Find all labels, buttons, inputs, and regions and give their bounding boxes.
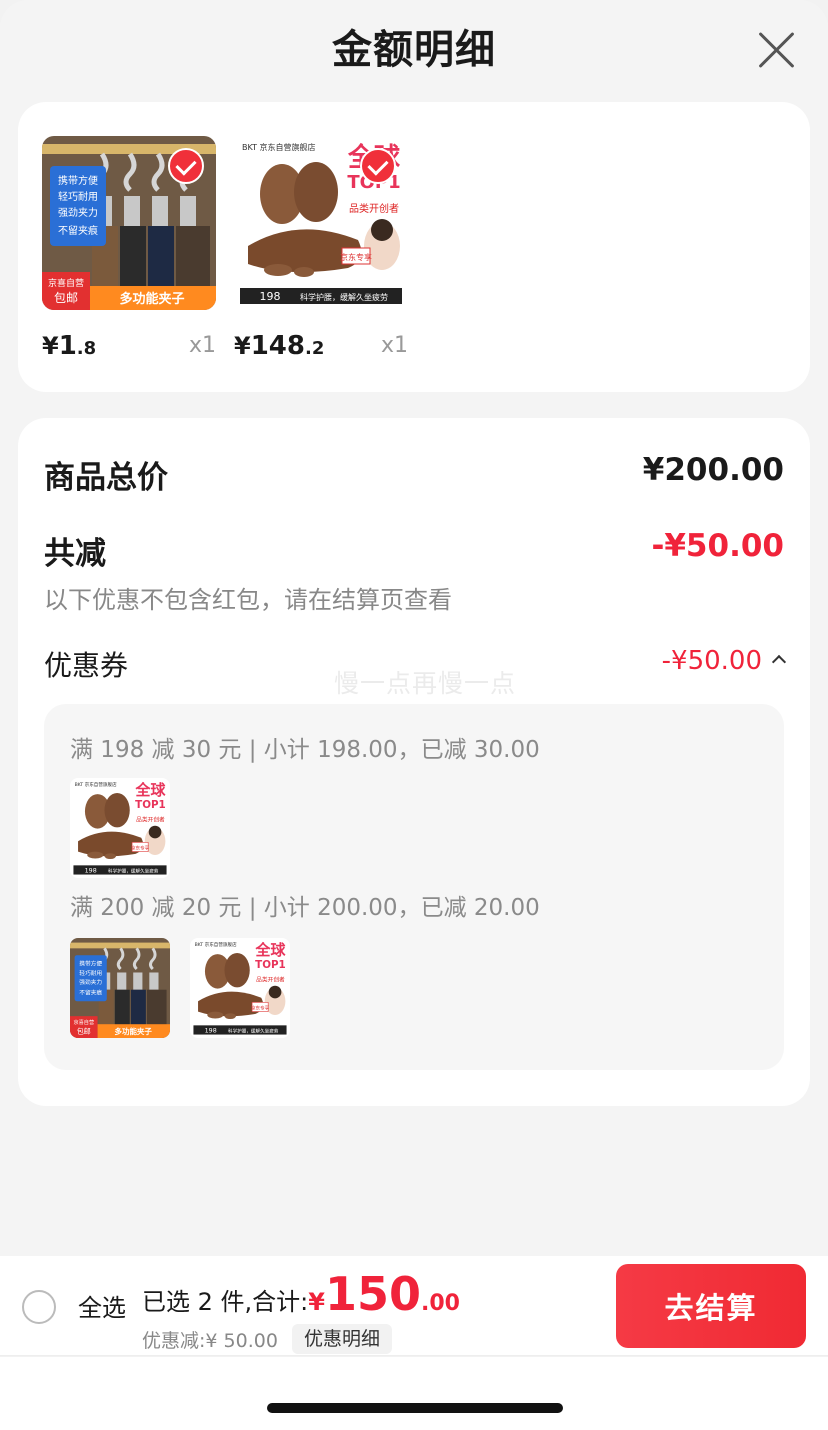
discount-note: 以下优惠不包含红包，请在结算页查看	[44, 586, 452, 614]
goods-total-value: ¥200.00	[642, 452, 784, 488]
total-summary: 已选 2 件,合计:¥150.00	[142, 1268, 460, 1320]
product-quantity: x1	[380, 333, 408, 358]
coupon-product-thumb	[70, 938, 170, 1038]
price-summary-card: 商品总价 ¥200.00 共减 -¥50.00 以下优惠不包含红包，请在结算页查…	[18, 418, 810, 1106]
home-indicator[interactable]	[267, 1403, 563, 1413]
total-discount-label: 共减	[44, 536, 106, 572]
amount-detail-sheet: 金额明细 ¥1.8 x1 ¥148.2 x1 商品总价 ¥200.00 共减 -…	[0, 0, 828, 1256]
product-price: ¥148.2	[234, 331, 325, 361]
watermark: 慢一点再慢一点	[334, 669, 517, 698]
coupon-value: -¥50.00	[661, 646, 762, 676]
goods-total-label: 商品总价	[44, 460, 168, 496]
selected-count-text: 已选 2 件,合计:	[142, 1288, 309, 1316]
coupon-rule: 满 198 减 30 元 | 小计 198.00，已减 30.00	[70, 737, 540, 763]
select-all-label[interactable]: 全选	[78, 1288, 126, 1323]
coupon-product-thumb	[190, 938, 290, 1038]
coupon-product-thumb	[70, 778, 170, 878]
discount-detail-button[interactable]: 优惠明细	[292, 1324, 393, 1354]
check-circle-icon[interactable]	[168, 148, 204, 184]
selected-products-card: ¥1.8 x1 ¥148.2 x1	[18, 102, 810, 392]
product-price: ¥1.8	[42, 331, 97, 361]
total-discount-value: -¥50.00	[651, 528, 785, 564]
checkout-bar: 全选 已选 2 件,合计:¥150.00 优惠减:¥ 50.00 优惠明细 去结…	[0, 1256, 828, 1356]
chevron-up-icon	[771, 654, 787, 670]
coupon-detail-box: 满 198 减 30 元 | 小计 198.00，已减 30.00 满 200 …	[44, 704, 784, 1070]
product-item-clip[interactable]: ¥1.8 x1	[42, 136, 216, 366]
home-indicator-area	[0, 1357, 828, 1430]
product-image	[234, 136, 408, 310]
select-all-radio-icon[interactable]	[22, 1290, 56, 1324]
product-item-chair[interactable]: ¥148.2 x1	[234, 136, 408, 366]
discount-summary: 优惠减:¥ 50.00	[142, 1330, 278, 1352]
coupon-toggle[interactable]: -¥50.00	[661, 646, 787, 676]
close-icon[interactable]	[756, 30, 796, 70]
product-quantity: x1	[188, 333, 216, 358]
sheet-title: 金额明细	[332, 27, 496, 73]
total-currency: ¥	[308, 1288, 325, 1316]
product-image	[42, 136, 216, 310]
check-circle-icon[interactable]	[360, 148, 396, 184]
checkout-button[interactable]: 去结算	[616, 1264, 806, 1348]
coupon-label: 优惠券	[44, 649, 129, 682]
total-decimal: .00	[420, 1291, 460, 1316]
coupon-rule: 满 200 减 20 元 | 小计 200.00，已减 20.00	[70, 895, 540, 921]
total-amount: 150	[324, 1267, 421, 1321]
